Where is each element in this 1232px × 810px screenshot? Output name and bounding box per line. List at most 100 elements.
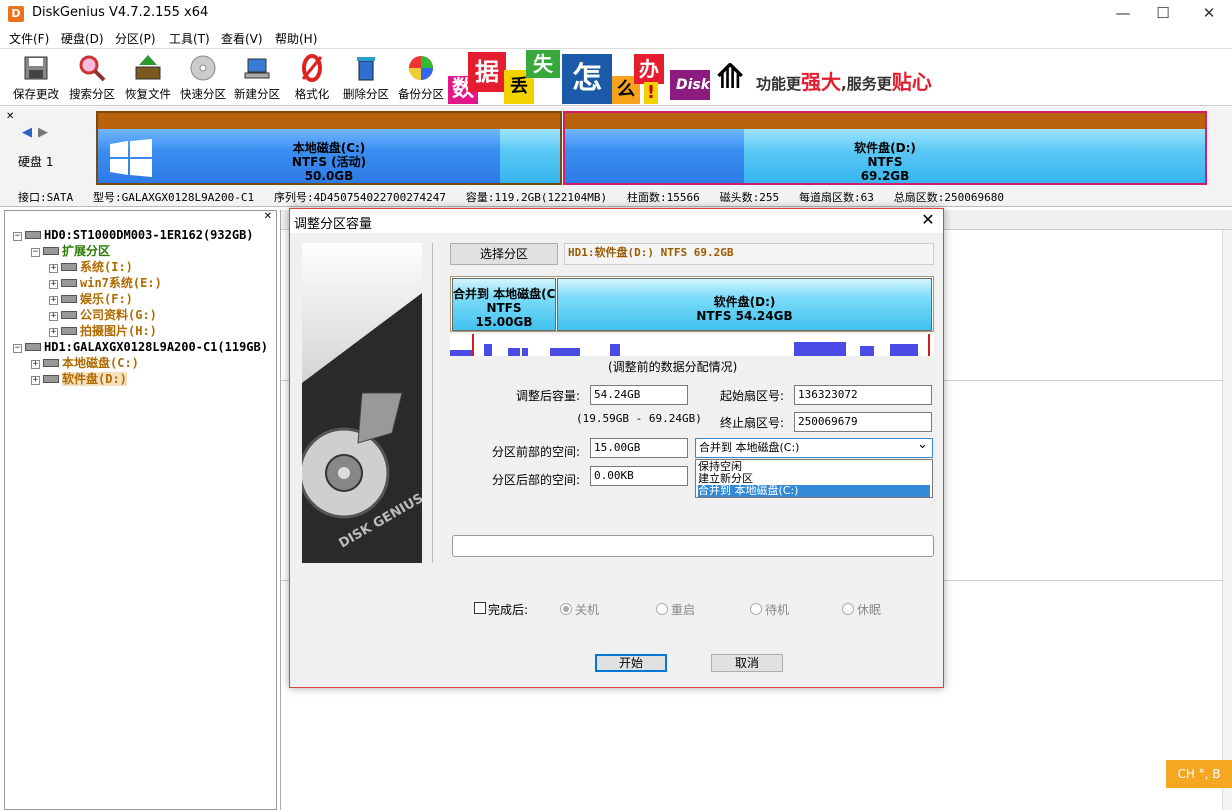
tree-node[interactable]: + 系统(I:) — [49, 259, 133, 275]
partition-fs: NTFS — [867, 155, 903, 169]
expand-icon[interactable]: + — [49, 328, 58, 337]
start-sector-label: 起始扇区号: — [720, 389, 785, 403]
search-partition-button[interactable]: 搜索分区 — [64, 53, 120, 105]
menu-view[interactable]: 查看(V) — [221, 30, 263, 47]
tree-node[interactable]: + 本地磁盘(C:) — [31, 355, 139, 371]
tree-node[interactable]: + win7系统(E:) — [49, 275, 162, 291]
backup-icon — [409, 56, 433, 80]
hard-disk-icon — [25, 343, 41, 351]
distribution-segment — [578, 348, 580, 356]
tree-node-label: 软件盘(D:) — [62, 372, 127, 386]
partition-icon — [43, 375, 59, 383]
menu-disk[interactable]: 硬盘(D) — [61, 30, 104, 47]
partition-fs: NTFS (活动) — [291, 155, 367, 169]
delete-partition-button[interactable]: 删除分区 — [338, 53, 394, 105]
ad-char: 怎 — [562, 54, 612, 104]
merged-space-block[interactable]: 合并到 本地磁盘(C:) NTFS 15.00GB — [452, 278, 556, 331]
radio-standby[interactable] — [750, 603, 762, 615]
hard-disk-icon — [25, 231, 41, 239]
tree-node-label: 拍摄图片(H:) — [80, 324, 157, 338]
diskgenius-hdd-image: DISK GENIUS — [302, 243, 422, 563]
partition-layout-preview[interactable]: 合并到 本地磁盘(C:) NTFS 15.00GB 软件盘(D:) 54.24G… — [450, 276, 934, 332]
partition-c[interactable]: 本地磁盘(C:) NTFS (活动) 50.0GB — [96, 111, 562, 185]
toolbar-label: 恢复文件 — [125, 87, 171, 101]
expand-icon[interactable]: + — [49, 280, 58, 289]
distribution-marker — [928, 334, 930, 356]
partition-icon — [61, 327, 77, 335]
radio-shutdown[interactable] — [560, 603, 572, 615]
tree-node[interactable]: − HD0:ST1000DM003-1ER162(932GB) — [13, 227, 254, 243]
partition-size: 50.0GB — [304, 169, 354, 183]
select-partition-button[interactable]: 选择分区 — [450, 243, 558, 265]
new-partition-button[interactable]: 新建分区 — [229, 53, 285, 105]
menu-partition[interactable]: 分区(P) — [115, 30, 156, 47]
toolbar-label: 快速分区 — [180, 87, 226, 101]
end-sector-input[interactable]: 250069679 — [794, 412, 932, 432]
selected-partition-display: HD1:软件盘(D:) NTFS 69.2GB — [564, 243, 934, 265]
radio-hibernate[interactable] — [842, 603, 854, 615]
partition-size: 69.2GB — [860, 169, 910, 183]
tree-node[interactable]: + 娱乐(F:) — [49, 291, 133, 307]
after-complete-checkbox[interactable] — [474, 602, 486, 614]
radio-restart[interactable] — [656, 603, 668, 615]
menu-tools[interactable]: 工具(T) — [169, 30, 210, 47]
tree-node[interactable]: − 扩展分区 — [31, 243, 110, 259]
partition-d[interactable]: 软件盘(D:) NTFS 69.2GB — [563, 111, 1207, 185]
cancel-button[interactable]: 取消 — [711, 654, 783, 672]
back-space-input[interactable]: 0.00KB — [590, 466, 688, 486]
expand-icon[interactable]: + — [31, 360, 40, 369]
front-space-input[interactable]: 15.00GB — [590, 438, 688, 458]
tree-node[interactable]: + 拍摄图片(H:) — [49, 323, 157, 339]
tree-node-label: HD1:GALAXGX0128L9A200-C1(119GB) — [44, 340, 268, 354]
expand-icon[interactable]: + — [49, 296, 58, 305]
window-title: DiskGenius V4.7.2.155 x64 — [32, 5, 209, 20]
save-changes-button[interactable]: 保存更改 — [8, 53, 64, 105]
distribution-caption: (调整前的数据分配情况) — [608, 360, 738, 374]
backup-partition-button[interactable]: 备份分区 — [393, 53, 449, 105]
toolbar-label: 保存更改 — [13, 87, 59, 101]
close-button[interactable]: ✕ — [1186, 0, 1232, 28]
recover-icon — [135, 55, 161, 80]
ad-glyph: ⟰ — [710, 52, 750, 102]
tree-node[interactable]: + 软件盘(D:) — [31, 371, 127, 387]
tree-node[interactable]: + 公司资料(G:) — [49, 307, 157, 323]
front-space-action-select[interactable]: 合并到 本地磁盘(C:) ⌄ — [695, 437, 933, 458]
close-icon[interactable]: ✕ — [264, 211, 272, 222]
recover-files-button[interactable]: 恢复文件 — [120, 53, 176, 105]
format-button[interactable]: 格式化 — [284, 53, 340, 105]
maximize-button[interactable]: ☐ — [1140, 0, 1186, 28]
start-sector-input[interactable]: 136323072 — [794, 385, 932, 405]
dialog-close-button[interactable]: ✕ — [914, 209, 942, 233]
quick-partition-button[interactable]: 快速分区 — [175, 53, 231, 105]
distribution-segment — [872, 346, 874, 356]
dropdown-option-merge[interactable]: 合并到 本地磁盘(C:) — [698, 485, 930, 497]
menu-file[interactable]: 文件(F) — [9, 30, 49, 47]
ad-banner[interactable]: 数 据 丢 失 怎 么 办 ! Disk ⟰ 功能更强大,服务更贴心 — [448, 50, 950, 104]
tree-node[interactable]: − HD1:GALAXGX0128L9A200-C1(119GB) — [13, 339, 268, 355]
partition-icon — [61, 311, 77, 319]
collapse-icon[interactable]: − — [31, 248, 40, 257]
nav-prev-icon[interactable]: ◀ — [22, 125, 32, 140]
magnifier-icon — [79, 55, 106, 82]
expand-icon[interactable]: + — [49, 264, 58, 273]
menu-bar: 文件(F) 硬盘(D) 分区(P) 工具(T) 查看(V) 帮助(H) — [0, 28, 1232, 48]
expand-icon[interactable]: + — [31, 376, 40, 385]
ime-indicator[interactable]: CH °, B — [1166, 760, 1232, 788]
partition-icon — [61, 295, 77, 303]
start-button[interactable]: 开始 — [595, 654, 667, 672]
expand-icon[interactable]: + — [49, 312, 58, 321]
partition-name: 软件盘(D:) — [854, 141, 916, 155]
nav-next-icon[interactable]: ▶ — [38, 125, 48, 140]
tree-node-label: win7系统(E:) — [80, 276, 162, 290]
progress-bar — [452, 535, 934, 557]
scrollbar[interactable] — [1222, 230, 1232, 810]
collapse-icon[interactable]: − — [13, 232, 22, 241]
menu-help[interactable]: 帮助(H) — [275, 30, 317, 47]
size-after-input[interactable]: 54.24GB — [590, 385, 688, 405]
disk-tree-panel: ✕ − HD0:ST1000DM003-1ER162(932GB) − 扩展分区 + 系统… — [4, 210, 277, 810]
trash-icon — [357, 57, 375, 81]
collapse-icon[interactable]: − — [13, 344, 22, 353]
partition-d-block[interactable]: 软件盘(D:) 54.24GB NTFS 54.24GB — [557, 278, 932, 331]
disc-icon — [190, 55, 216, 81]
close-icon[interactable]: ✕ — [6, 111, 14, 122]
